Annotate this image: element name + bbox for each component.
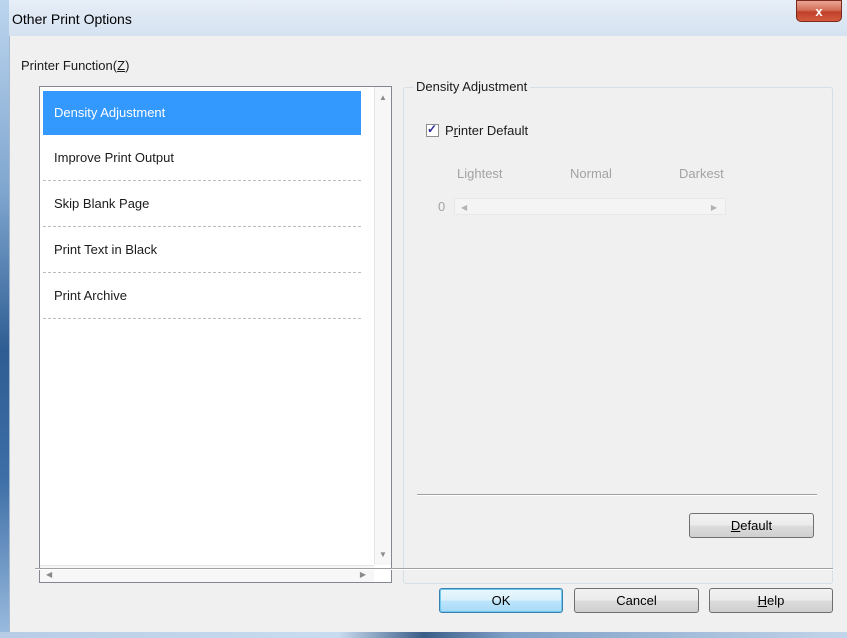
density-separator [417, 494, 817, 496]
default-button[interactable]: Default [689, 513, 814, 538]
checkmark-icon: ✓ [427, 122, 438, 137]
printer-function-list[interactable]: Density Adjustment Improve Print Output Sk… [39, 86, 392, 583]
label-darkest: Darkest [679, 166, 724, 181]
scroll-up-icon[interactable]: ▲ [379, 93, 387, 102]
list-item[interactable]: Density Adjustment [43, 91, 361, 135]
dialog-separator [35, 568, 833, 570]
list-item[interactable]: Print Archive [43, 273, 361, 319]
list-item[interactable]: Skip Blank Page [43, 181, 361, 227]
scroll-right-icon[interactable]: ▶ [360, 570, 366, 579]
slider-left-icon: ◀ [461, 203, 468, 212]
density-scale-labels: Lightest Normal Darkest [457, 166, 727, 182]
window-frame-left [0, 0, 9, 638]
help-button[interactable]: Help [709, 588, 833, 613]
printer-default-label: Printer Default [445, 123, 529, 139]
density-group-title: Density Adjustment [413, 79, 531, 94]
dialog-client-area: Printer Function(Z) Density Adjustment Im… [9, 36, 847, 632]
printer-function-items: Density Adjustment Improve Print Output Sk… [43, 91, 361, 319]
window-title: Other Print Options [12, 11, 132, 27]
vertical-scrollbar[interactable]: ▲ ▼ [374, 87, 391, 565]
printer-default-checkbox[interactable]: ✓ Printer Default [426, 122, 528, 138]
printer-function-label: Printer Function(Z) [21, 58, 130, 73]
cancel-button[interactable]: Cancel [574, 588, 699, 613]
slider-right-icon: ▶ [710, 203, 717, 212]
label-lightest: Lightest [457, 166, 503, 181]
density-slider: ◀ ▶ [454, 198, 726, 215]
label-normal: Normal [570, 166, 612, 181]
list-item[interactable]: Print Text in Black [43, 227, 361, 273]
close-icon: x [815, 4, 823, 19]
close-button[interactable]: x [796, 0, 842, 22]
list-item[interactable]: Improve Print Output [43, 135, 361, 181]
window-frame-bottom [0, 632, 847, 638]
density-value: 0 [438, 199, 446, 214]
ok-button[interactable]: OK [439, 588, 563, 613]
checkbox-box[interactable]: ✓ [426, 122, 439, 138]
title-bar[interactable]: Other Print Options x [9, 0, 847, 36]
scroll-left-icon[interactable]: ◀ [46, 570, 52, 579]
density-adjustment-group [403, 87, 833, 584]
scroll-down-icon[interactable]: ▼ [379, 550, 387, 559]
